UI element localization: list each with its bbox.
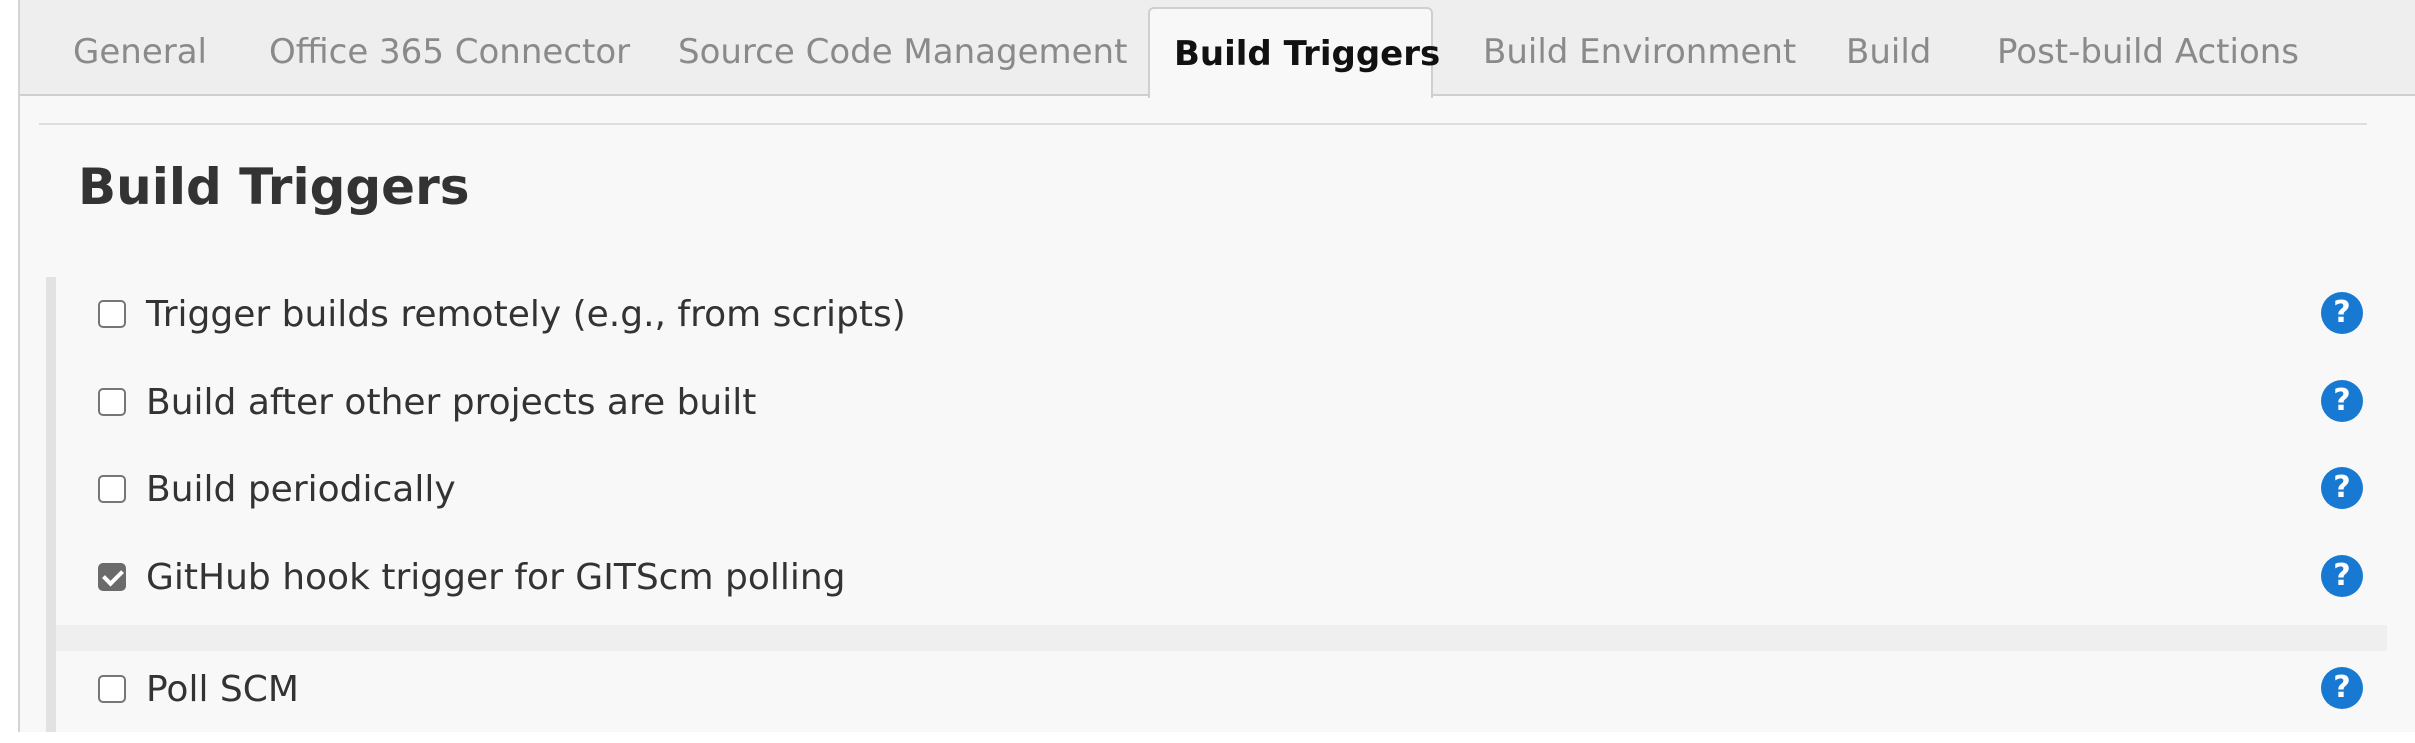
- help-icon[interactable]: ?: [2321, 667, 2363, 709]
- build-after-other-projects-label[interactable]: Build after other projects are built: [146, 379, 756, 427]
- poll-scm-label[interactable]: Poll SCM: [146, 666, 299, 714]
- poll-scm-checkbox[interactable]: [98, 675, 126, 703]
- tab-build-environment[interactable]: Build Environment: [1483, 0, 1796, 96]
- section-title: Build Triggers: [78, 158, 470, 216]
- help-icon[interactable]: ?: [2321, 555, 2363, 597]
- help-icon[interactable]: ?: [2321, 467, 2363, 509]
- github-hook-trigger-checkbox[interactable]: [98, 563, 126, 591]
- tab-post-build-actions[interactable]: Post-build Actions: [1997, 0, 2299, 96]
- trigger-row-periodically: Build periodically ?: [56, 455, 2387, 543]
- trigger-builds-remotely-label[interactable]: Trigger builds remotely (e.g., from scri…: [146, 291, 906, 339]
- help-icon[interactable]: ?: [2321, 292, 2363, 334]
- build-periodically-checkbox[interactable]: [98, 475, 126, 503]
- tab-source-code-management[interactable]: Source Code Management: [678, 0, 1127, 96]
- trigger-row-github-hook: GitHub hook trigger for GITScm polling ?: [56, 543, 2387, 631]
- build-periodically-label[interactable]: Build periodically: [146, 466, 456, 514]
- trigger-builds-remotely-checkbox[interactable]: [98, 300, 126, 328]
- trigger-group-bar: [46, 277, 56, 732]
- build-after-other-projects-checkbox[interactable]: [98, 388, 126, 416]
- section-divider: [39, 123, 2367, 125]
- trigger-row-poll-scm: Poll SCM ?: [56, 655, 2387, 743]
- github-hook-trigger-label[interactable]: GitHub hook trigger for GITScm polling: [146, 554, 846, 602]
- help-icon[interactable]: ?: [2321, 380, 2363, 422]
- tab-build[interactable]: Build: [1846, 0, 1931, 96]
- tab-office-365-connector[interactable]: Office 365 Connector: [269, 0, 630, 96]
- trigger-row-remote: Trigger builds remotely (e.g., from scri…: [56, 280, 2387, 368]
- tab-build-triggers[interactable]: Build Triggers: [1148, 7, 1440, 98]
- tab-general[interactable]: General: [73, 0, 207, 96]
- tab-bar: General Office 365 Connector Source Code…: [20, 0, 2415, 98]
- config-panel: General Office 365 Connector Source Code…: [18, 0, 2415, 732]
- trigger-row-after-other-projects: Build after other projects are built ?: [56, 368, 2387, 456]
